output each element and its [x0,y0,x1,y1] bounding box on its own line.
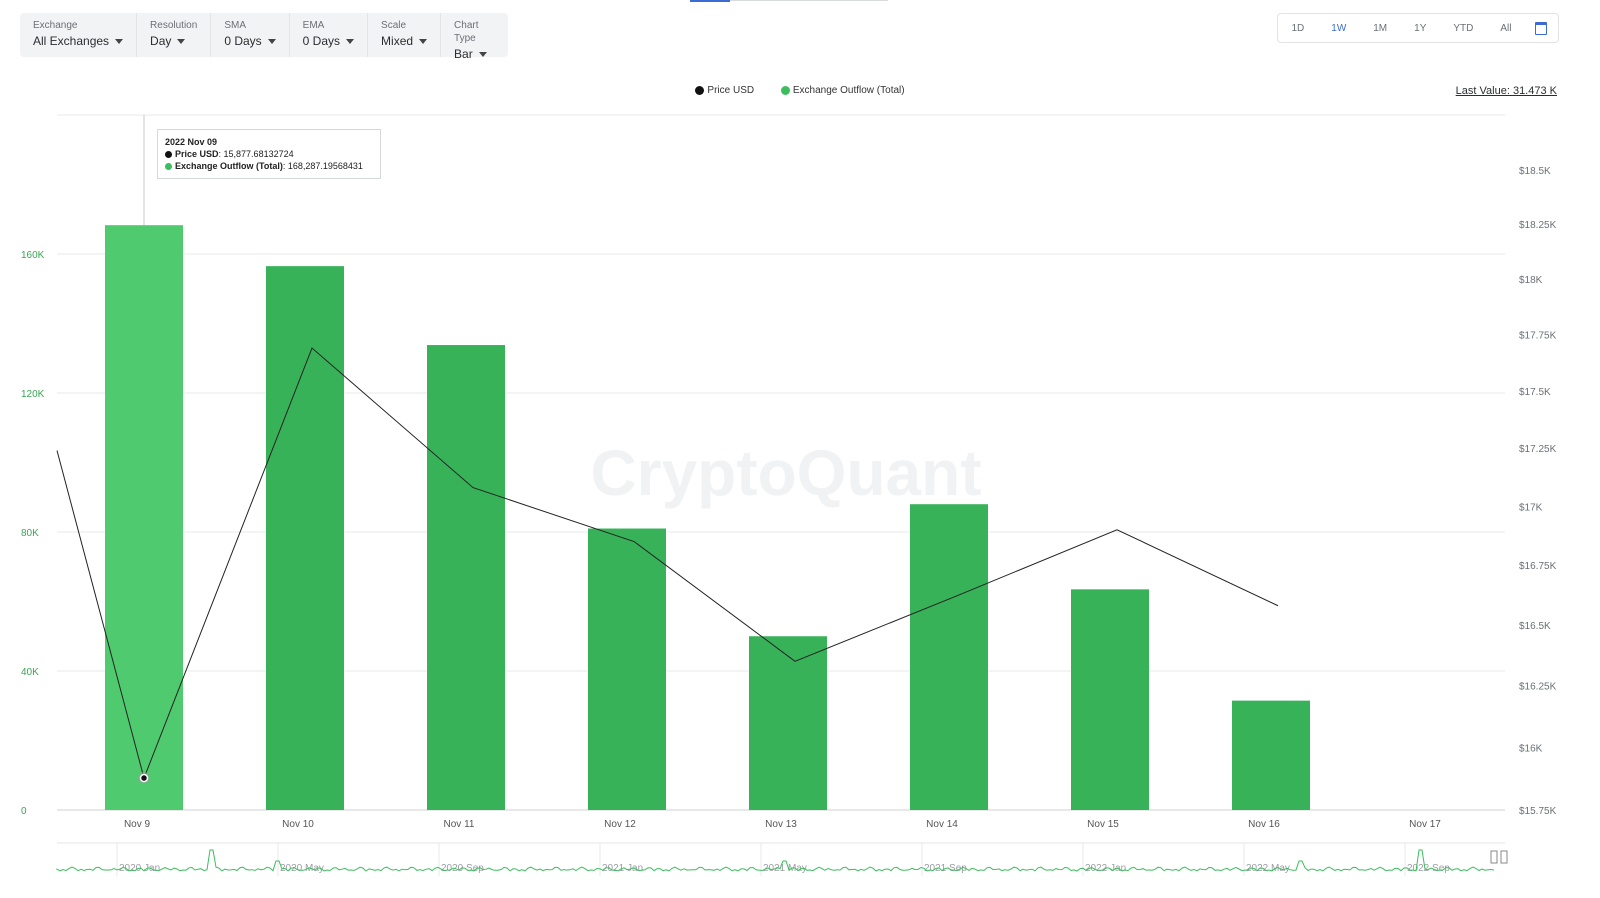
left-axis-tick-label: 80K [21,528,39,539]
bar-outflow [427,345,505,810]
watermark: CryptoQuant [590,437,981,509]
x-axis-tick-label: Nov 15 [1087,819,1119,830]
bar-outflow [1071,589,1149,810]
left-axis-tick-label: 120K [21,389,45,400]
navigator-handle-right [1500,850,1508,864]
x-axis-tick-label: Nov 17 [1409,819,1441,830]
tooltip-price-label: Price USD [175,149,219,159]
navigator-label: 2022 Sep [1407,863,1450,874]
tooltip-date: 2022 Nov 09 [165,137,218,147]
bar-outflow [1232,700,1310,810]
right-axis-tick-label: $17K [1519,502,1543,513]
right-axis-tick-label: $18.25K [1519,220,1557,231]
x-axis-tick-label: Nov 12 [604,819,636,830]
right-axis-tick-label: $17.25K [1519,444,1557,455]
bar-outflow [588,528,666,810]
left-axis-tick-label: 40K [21,667,39,678]
tooltip-outflow-row: Exchange Outflow (Total): 168,287.195684… [165,161,363,171]
x-axis-tick-label: Nov 9 [124,819,151,830]
chart-tooltip: 2022 Nov 09 Price USD: 15,877.68132724 E… [157,129,381,179]
right-axis-tick-label: $16.5K [1519,621,1551,632]
left-axis-tick-label: 0 [21,806,27,817]
tooltip-price-value: : 15,877.68132724 [218,149,294,159]
bar-outflow [266,266,344,811]
x-axis-tick-label: Nov 13 [765,819,797,830]
bar-outflow [910,504,988,810]
left-axis-tick-label: 160K [21,250,45,261]
right-axis-tick-label: $18K [1519,275,1543,286]
right-axis-tick-label: $16K [1519,743,1543,754]
right-axis-tick-label: $17.75K [1519,331,1557,342]
x-axis-tick-label: Nov 10 [282,819,314,830]
bar-outflow [749,636,827,810]
navigator-handle-left [1490,850,1498,864]
tooltip-price-row: Price USD: 15,877.68132724 [165,149,294,159]
right-axis-tick-label: $15.75K [1519,806,1557,817]
x-axis-tick-label: Nov 16 [1248,819,1280,830]
price-point [139,773,149,783]
tooltip-outflow-label: Exchange Outflow (Total) [175,161,283,171]
tooltip-dot-icon [165,151,172,158]
tooltip-outflow-value: : 168,287.19568431 [282,161,363,171]
tooltip-dot-icon [165,163,172,170]
right-axis-tick-label: $16.25K [1519,682,1557,693]
right-axis-tick-label: $18.5K [1519,166,1551,177]
x-axis-tick-label: Nov 11 [444,819,475,830]
right-axis-tick-label: $17.5K [1519,387,1551,398]
right-axis-tick-label: $16.75K [1519,561,1557,572]
x-axis-tick-label: Nov 14 [926,819,958,830]
bar-outflow [105,225,183,810]
